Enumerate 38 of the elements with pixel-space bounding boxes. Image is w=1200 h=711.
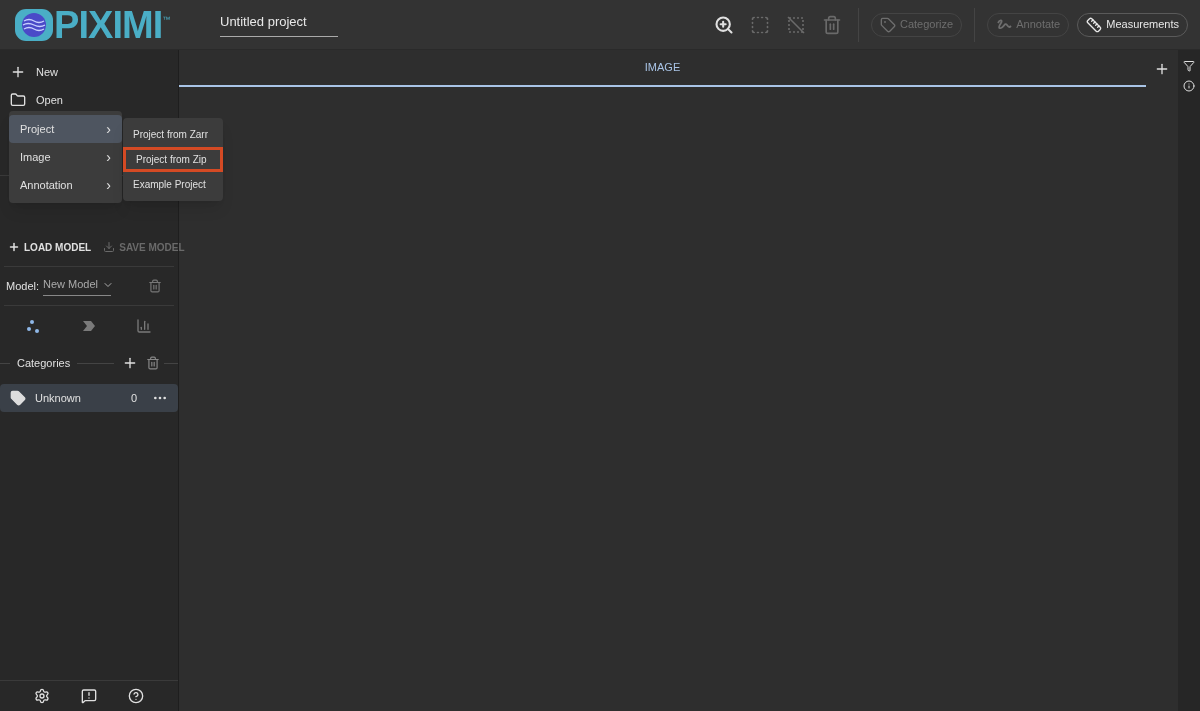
trash-icon[interactable] bbox=[148, 279, 162, 293]
model-select[interactable]: New Model bbox=[43, 276, 112, 296]
download-icon bbox=[103, 241, 116, 253]
feedback-icon[interactable] bbox=[81, 688, 97, 704]
arrow-glyph: › bbox=[106, 147, 111, 167]
trademark-symbol: ™ bbox=[162, 13, 171, 26]
trash-icon[interactable] bbox=[146, 356, 160, 370]
folder-icon bbox=[10, 92, 26, 108]
help-icon[interactable] bbox=[128, 688, 145, 704]
menu-item[interactable]: Project from Zarr bbox=[123, 122, 223, 147]
categories-heading: Categories bbox=[16, 355, 72, 371]
filter-icon[interactable] bbox=[1183, 60, 1195, 72]
plus-icon bbox=[10, 64, 26, 80]
menu-item[interactable]: Example Project bbox=[123, 172, 223, 197]
plus-icon bbox=[8, 241, 20, 253]
category-count: 0 bbox=[129, 390, 139, 406]
load-model-button[interactable]: LOAD MODEL bbox=[8, 239, 92, 255]
menu-item[interactable]: Image › bbox=[9, 143, 122, 171]
info-icon[interactable] bbox=[1183, 80, 1195, 92]
category-name: Unknown bbox=[35, 390, 82, 406]
settings-icon[interactable] bbox=[33, 688, 50, 704]
plus-icon[interactable] bbox=[122, 355, 138, 371]
ruler-icon bbox=[1086, 16, 1103, 33]
menu-item[interactable]: Open bbox=[0, 86, 178, 114]
image-tab[interactable]: IMAGE bbox=[179, 50, 1146, 87]
arrow-glyph: › bbox=[106, 119, 111, 139]
model-label: Model: bbox=[6, 278, 40, 294]
arrow-glyph: › bbox=[106, 175, 111, 195]
menu-item[interactable]: Project › bbox=[9, 115, 122, 143]
menu-item[interactable]: Annotation › bbox=[9, 171, 122, 199]
tag-icon bbox=[10, 390, 26, 406]
menu-item[interactable]: Project from Zip bbox=[123, 147, 223, 172]
menu-item[interactable]: New bbox=[0, 58, 178, 86]
app-logo-text: PIXIMI bbox=[54, 5, 163, 44]
category-item[interactable]: Unknown 0 bbox=[0, 384, 178, 412]
project-name-field[interactable]: Untitled project bbox=[220, 12, 338, 37]
logo-globe-icon bbox=[14, 7, 54, 42]
tag-icon bbox=[880, 16, 896, 33]
